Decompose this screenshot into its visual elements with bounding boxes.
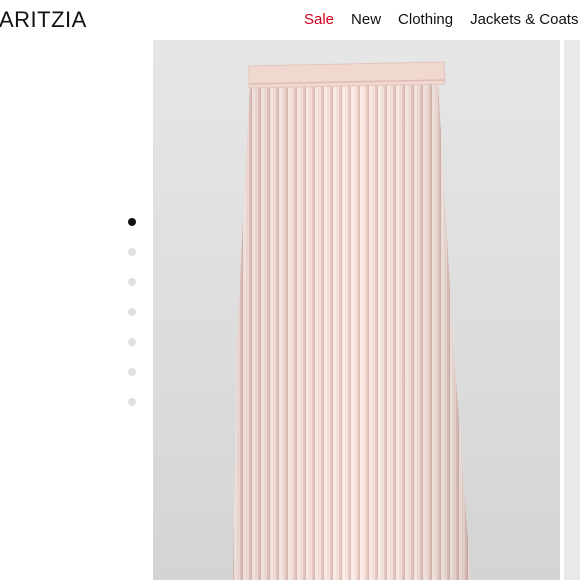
pager-dot-1[interactable]: [128, 218, 136, 226]
brand-logo[interactable]: ARITZIA: [0, 7, 87, 33]
pager-dot-4[interactable]: [128, 308, 136, 316]
nav-item-jackets-coats[interactable]: Jackets & Coats: [470, 11, 578, 28]
site-header: ARITZIA Sale New Clothing Jackets & Coat…: [0, 0, 580, 40]
next-image-peek: [560, 40, 580, 580]
pleated-skirt-illustration: [233, 61, 471, 580]
nav-item-new[interactable]: New: [351, 11, 381, 28]
pager-dot-6[interactable]: [128, 368, 136, 376]
pager-dot-5[interactable]: [128, 338, 136, 346]
main-nav: Sale New Clothing Jackets & Coats: [304, 11, 580, 28]
product-main-image[interactable]: [153, 40, 560, 580]
nav-item-sale[interactable]: Sale: [304, 11, 334, 28]
pager-dot-3[interactable]: [128, 278, 136, 286]
next-image-sliver[interactable]: [564, 40, 580, 580]
pager-dot-7[interactable]: [128, 398, 136, 406]
gallery-pager-dots: [128, 218, 136, 428]
pager-dot-2[interactable]: [128, 248, 136, 256]
nav-item-clothing[interactable]: Clothing: [398, 11, 453, 28]
